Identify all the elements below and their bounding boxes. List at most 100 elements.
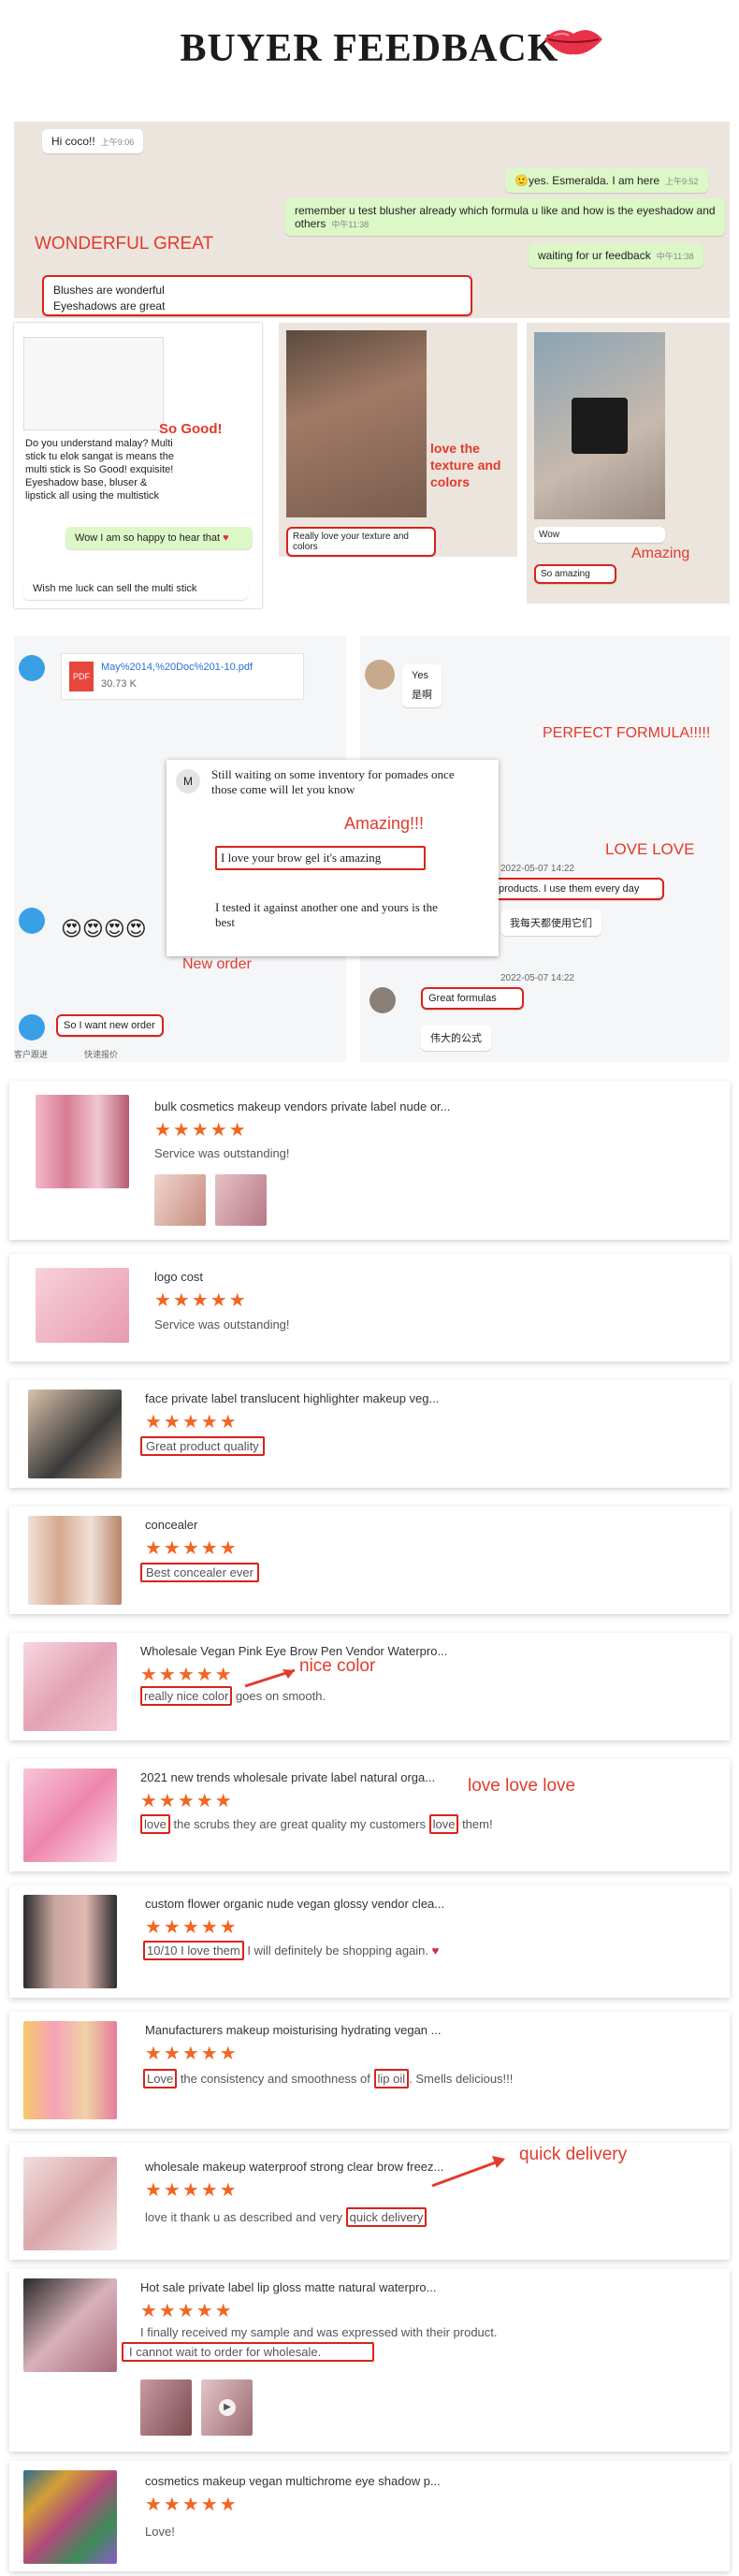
review-text: love it thank u as described and very qu…	[145, 2207, 427, 2227]
arrow-icon	[244, 1668, 296, 1688]
chat-bubble: remember u test blusher already which fo…	[285, 198, 725, 236]
product-name[interactable]: custom flower organic nude vegan glossy …	[145, 1897, 444, 1911]
review-card: 2021 new trends wholesale private label …	[9, 1759, 730, 1871]
product-thumbnail	[23, 1642, 117, 1731]
annotation-label: PERFECT FORMULA!!!!!	[543, 725, 711, 741]
page-title: BUYER FEEDBACK	[180, 27, 559, 70]
product-thumbnail	[36, 1095, 129, 1188]
review-card: custom flower organic nude vegan glossy …	[9, 1885, 730, 1998]
star-rating: ★★★★★	[140, 2301, 234, 2321]
review-card: concealer ★★★★★ Best concealer ever	[9, 1506, 730, 1614]
product-name[interactable]: cosmetics makeup vegan multichrome eye s…	[145, 2474, 441, 2488]
product-name[interactable]: 2021 new trends wholesale private label …	[140, 1770, 435, 1784]
review-text: love the scrubs they are great quality m…	[140, 1814, 493, 1834]
chat-bubble: Yes 是啊	[402, 664, 442, 707]
chat-screenshot-2: So Good! Do you understand malay? Multi …	[14, 323, 262, 608]
review-text: 10/10 I love them I will definitely be s…	[143, 1941, 440, 1960]
review-text: really nice color goes on smooth.	[140, 1686, 326, 1706]
product-name[interactable]: wholesale makeup waterproof strong clear…	[145, 2160, 443, 2174]
arrow-icon	[431, 2156, 505, 2188]
review-video[interactable]: ▶	[201, 2380, 253, 2436]
avatar	[370, 987, 396, 1013]
play-icon: ▶	[219, 2399, 236, 2416]
product-thumbnail	[23, 2470, 117, 2564]
product-name[interactable]: logo cost	[154, 1270, 203, 1284]
product-name[interactable]: face private label translucent highlight…	[145, 1391, 439, 1405]
file-name: May%2014,%20Doc%201-10.pdf	[101, 662, 254, 673]
star-rating: ★★★★★	[145, 2044, 239, 2064]
product-thumbnail	[36, 1268, 129, 1343]
chat-bubble: waiting for ur feedback 中午11:38	[529, 243, 703, 268]
review-text: Best concealer ever	[140, 1563, 259, 1582]
chat-bubble: 我每天都使用它们	[500, 910, 601, 936]
annotation-label: Amazing!!!	[344, 814, 425, 833]
annotation-label: New order	[182, 956, 252, 972]
review-text: Service was outstanding!	[154, 1317, 290, 1332]
review-card: Manufacturers makeup moisturising hydrat…	[9, 2012, 730, 2129]
chat-bubble: Hi coco!! 上午9:06	[42, 129, 144, 153]
avatar	[365, 660, 395, 690]
compact-case	[572, 398, 628, 454]
review-card: Hot sale private label lip gloss matte n…	[9, 2269, 730, 2452]
annotation-label: So Good!	[159, 421, 223, 437]
product-thumbnail	[23, 2278, 117, 2372]
chat-message: Still waiting on some inventory for poma…	[211, 767, 455, 796]
chat-bubble: Wow I am so happy to hear that ♥	[65, 527, 253, 549]
star-rating: ★★★★★	[145, 1917, 239, 1938]
star-rating: ★★★★★	[145, 2180, 239, 2201]
annotation-label: quick delivery	[519, 2145, 628, 2164]
product-name[interactable]: bulk cosmetics makeup vendors private la…	[154, 1099, 451, 1113]
emoji-row: 😍😍😍😍	[61, 917, 147, 940]
review-text: I cannot wait to order for wholesale.	[122, 2342, 374, 2362]
chat-screenshot-4: Wow Amazing So amazing	[527, 323, 730, 604]
avatar	[19, 1014, 45, 1041]
product-photo	[534, 332, 665, 519]
review-text: Love the consistency and smoothness of l…	[143, 2069, 513, 2088]
timestamp: 2022-05-07 14:22	[500, 973, 574, 983]
chat-bubble: 伟大的公式	[421, 1025, 491, 1051]
product-name[interactable]: Wholesale Vegan Pink Eye Brow Pen Vendor…	[140, 1644, 447, 1658]
chat-bubble: 🙂yes. Esmeralda. I am here 上午9:52	[505, 168, 708, 193]
heart-icon: ♥	[431, 1943, 440, 1957]
review-text: I finally received my sample and was exp…	[140, 2325, 498, 2339]
heart-icon: ♥	[223, 532, 229, 544]
product-thumbnail	[28, 1516, 122, 1605]
footer-link[interactable]: 快速报价	[84, 1048, 118, 1060]
product-name[interactable]: concealer	[145, 1518, 197, 1532]
annotation-label: love the texture and colors	[430, 441, 501, 489]
star-rating: ★★★★★	[145, 1538, 239, 1559]
avatar	[19, 908, 45, 934]
star-rating: ★★★★★	[154, 1120, 248, 1141]
avatar	[19, 655, 45, 681]
review-photo[interactable]	[154, 1174, 206, 1226]
chat-bubble: So I want new order	[56, 1014, 164, 1037]
chat-screenshot-1: Hi coco!! 上午9:06 🙂yes. Esmeralda. I am he…	[14, 122, 730, 318]
file-attachment[interactable]: PDF May%2014,%20Doc%201-10.pdf 30.73 K	[61, 653, 304, 700]
product-thumbnail	[23, 1768, 117, 1862]
review-text: Love!	[145, 2525, 175, 2539]
star-rating: ★★★★★	[145, 2495, 239, 2515]
review-text: Service was outstanding!	[154, 1146, 290, 1160]
product-name[interactable]: Manufacturers makeup moisturising hydrat…	[145, 2023, 442, 2037]
pdf-icon: PDF	[69, 662, 94, 691]
product-thumbnail	[23, 2021, 117, 2119]
review-photo[interactable]	[215, 1174, 267, 1226]
product-name[interactable]: Hot sale private label lip gloss matte n…	[140, 2280, 437, 2294]
product-thumbnail	[23, 1895, 117, 1988]
lips-icon	[544, 30, 602, 55]
chat-bubble: Great formulas	[421, 987, 524, 1010]
review-card: cosmetics makeup vegan multichrome eye s…	[9, 2461, 730, 2571]
product-thumbnail	[28, 1390, 122, 1478]
smile-icon: 🙂	[514, 174, 529, 187]
product-thumbnail	[23, 2157, 117, 2250]
star-rating: ★★★★★	[140, 1665, 234, 1685]
footer-link[interactable]: 客户跟进	[14, 1048, 48, 1060]
review-photo[interactable]	[140, 2380, 192, 2436]
review-card: wholesale makeup waterproof strong clear…	[9, 2143, 730, 2260]
star-rating: ★★★★★	[140, 1791, 234, 1812]
annotation-label: Amazing	[631, 546, 690, 561]
timestamp: 2022-05-07 14:22	[500, 864, 574, 874]
chat-bubble: Wish me luck can sell the multi stick	[23, 577, 248, 600]
chat-overlay: M Still waiting on some inventory for po…	[167, 760, 499, 956]
annotation-label: LOVE LOVE	[605, 840, 695, 858]
